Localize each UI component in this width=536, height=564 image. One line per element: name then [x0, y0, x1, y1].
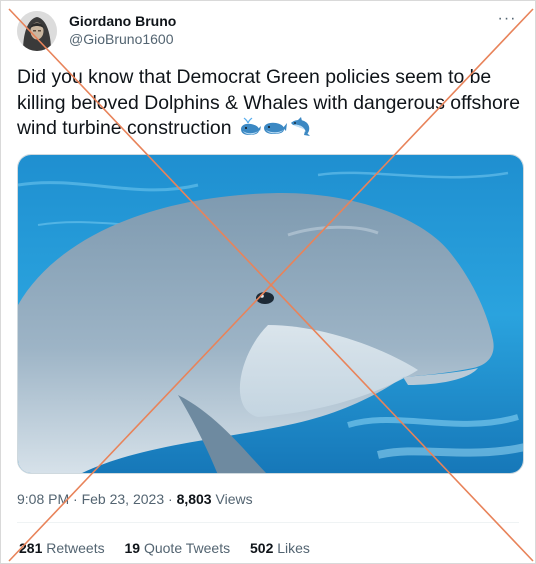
tweet-date[interactable]: Feb 23, 2023 — [82, 491, 165, 507]
author-handle[interactable]: @GioBruno1600 — [69, 30, 176, 48]
likes-stat[interactable]: 502 Likes — [250, 539, 310, 557]
whale-icon — [263, 117, 287, 145]
dolphin-icon — [289, 117, 311, 145]
author-info: Giordano Bruno @GioBruno1600 — [69, 12, 176, 48]
engagement-stats: 281 Retweets 19 Quote Tweets 502 Likes — [19, 539, 326, 557]
likes-label: Likes — [277, 540, 310, 556]
views-label: Views — [215, 491, 253, 507]
more-options-icon[interactable]: ··· — [495, 11, 519, 29]
avatar[interactable] — [17, 11, 57, 51]
dolphin-photo — [18, 155, 523, 473]
views-count: 8,803 — [176, 491, 212, 507]
meta-separator-2: · — [168, 491, 173, 507]
retweets-label: Retweets — [46, 540, 105, 556]
retweets-stat[interactable]: 281 Retweets — [19, 539, 105, 557]
retweets-count: 281 — [19, 540, 43, 556]
tweet-media-image[interactable] — [17, 154, 524, 474]
meta-separator: · — [73, 491, 78, 507]
quote-tweets-label: Quote Tweets — [143, 540, 231, 556]
tweet-time[interactable]: 9:08 PM — [17, 491, 69, 507]
author-display-name[interactable]: Giordano Bruno — [69, 12, 176, 30]
emoji-row — [232, 117, 311, 139]
quote-tweets-stat[interactable]: 19 Quote Tweets — [125, 539, 231, 557]
likes-count: 502 — [250, 540, 274, 556]
stats-divider — [17, 522, 519, 523]
tweet-header: Giordano Bruno @GioBruno1600 ··· — [17, 9, 519, 53]
tweet-meta: 9:08 PM · Feb 23, 2023 · 8,803 Views — [17, 490, 253, 508]
tweet-card: Giordano Bruno @GioBruno1600 ··· Did you… — [0, 0, 536, 564]
avatar-image — [17, 11, 57, 51]
spouting-whale-icon — [239, 117, 261, 145]
quote-tweets-count: 19 — [124, 540, 141, 556]
tweet-text: Did you know that Democrat Green policie… — [17, 65, 527, 145]
